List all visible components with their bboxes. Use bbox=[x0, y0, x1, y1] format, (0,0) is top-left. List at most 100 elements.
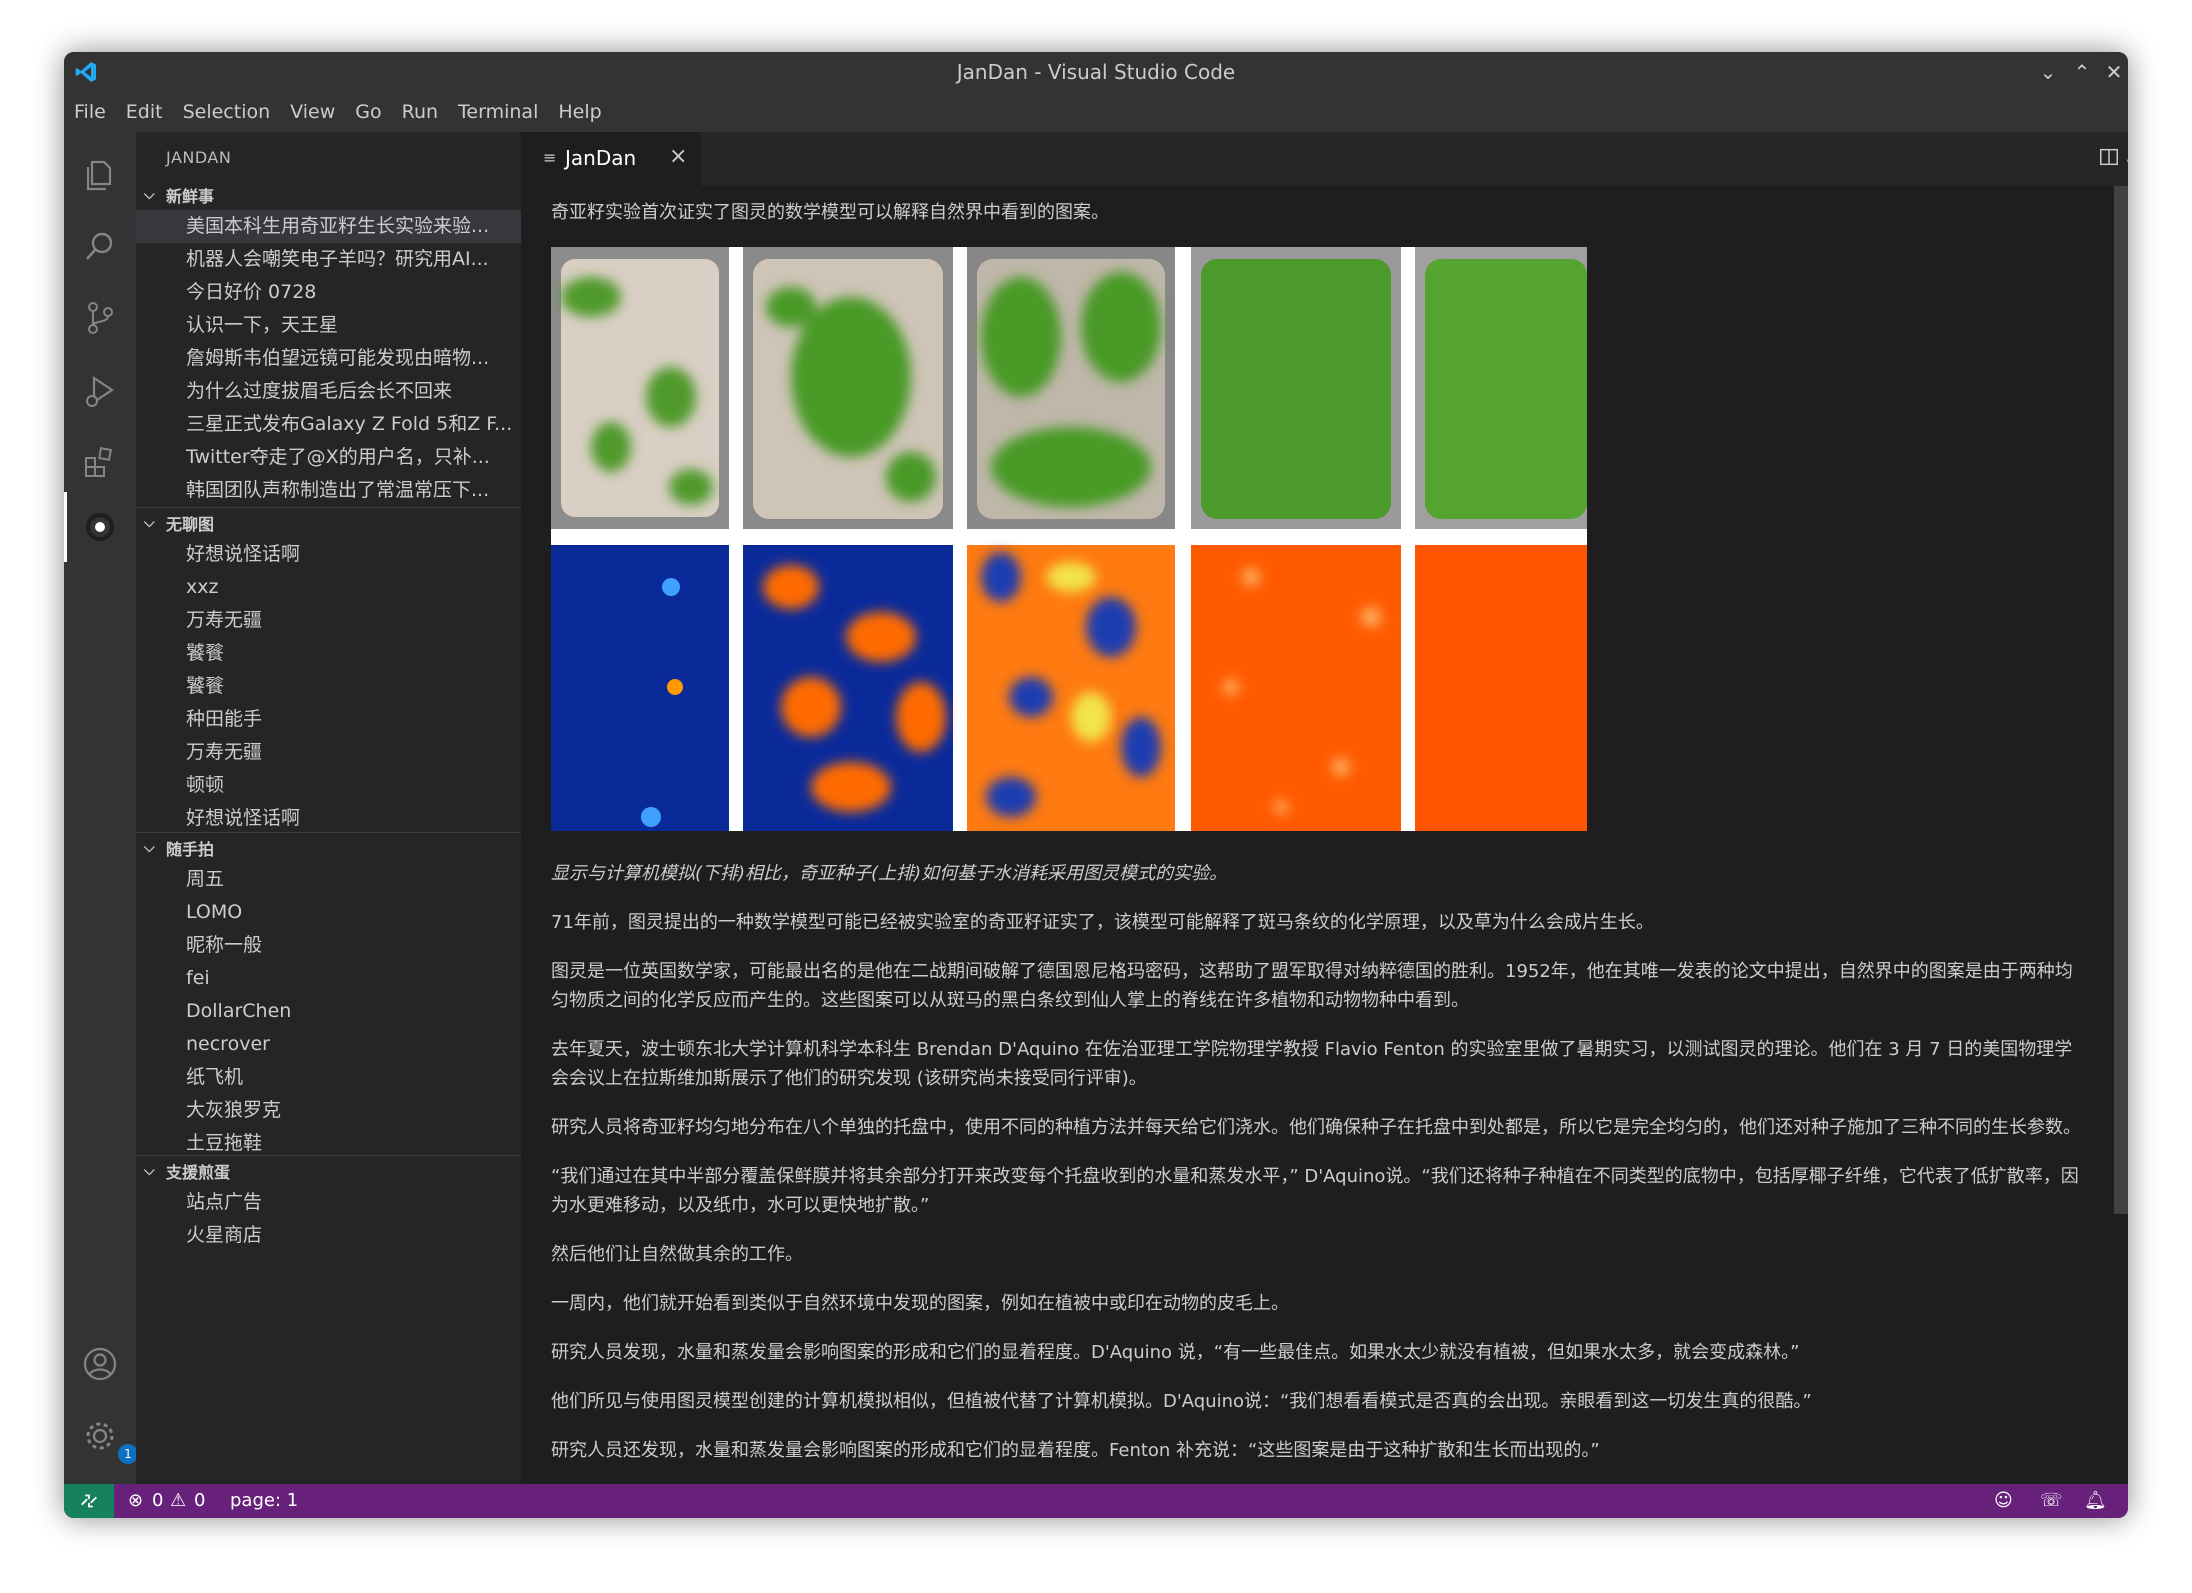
article-paragraph: 研究人员还发现，水量和蒸发量会影响图案的形成和它们的显着程度。Fenton 补充… bbox=[551, 1440, 1600, 1461]
list-item[interactable]: 美国本科生用奇亚籽生长实验来验... bbox=[136, 210, 521, 243]
close-icon[interactable]: × bbox=[669, 144, 687, 169]
section-header[interactable]: ⌵ 无聊图 bbox=[136, 508, 521, 538]
menu-selection[interactable]: Selection bbox=[183, 101, 271, 123]
tab-jandan[interactable]: ≡ JanDan × bbox=[521, 132, 701, 186]
sidebar: JANDAN ⌵ 新鲜事 美国本科生用奇亚籽生长实验来验... 机器人会嘲笑电子羊… bbox=[136, 132, 521, 1484]
section-fresh: ⌵ 新鲜事 美国本科生用奇亚籽生长实验来验... 机器人会嘲笑电子羊吗？研究用AI… bbox=[136, 180, 521, 507]
list-item[interactable]: 机器人会嘲笑电子羊吗？研究用AI... bbox=[136, 243, 521, 276]
chevron-down-icon: ⌵ bbox=[144, 187, 155, 203]
section-header[interactable]: ⌵ 随手拍 bbox=[136, 833, 521, 863]
menu-bar: File Edit Selection View Go Run Terminal… bbox=[64, 92, 2128, 132]
more-actions-icon[interactable]: ⋯ bbox=[2121, 146, 2128, 174]
section-support: ⌵ 支援煎蛋 站点广告 火星商店 bbox=[136, 1155, 521, 1252]
chevron-down-icon: ⌵ bbox=[144, 515, 155, 531]
menu-go[interactable]: Go bbox=[355, 101, 381, 123]
list-item[interactable]: 今日好价 0728 bbox=[136, 276, 521, 309]
article-paragraph: 一周内，他们就开始看到类似于自然环境中发现的图案，例如在植被中或印在动物的皮毛上… bbox=[551, 1293, 1289, 1314]
list-item[interactable]: 大灰狼罗克 bbox=[136, 1094, 521, 1127]
split-editor-icon[interactable] bbox=[2095, 146, 2123, 174]
settings-gear-icon[interactable]: 1 bbox=[80, 1416, 138, 1464]
explorer-icon[interactable] bbox=[80, 154, 120, 194]
list-item[interactable]: 万寿无疆 bbox=[136, 604, 521, 637]
vscode-window: JanDan - Visual Studio Code ⌄ ⌃ ✕ File E… bbox=[64, 52, 2128, 1518]
article-paragraph: “我们通过在其中半部分覆盖保鲜膜并将其余部分打开来改变每个托盘收到的水量和蒸发水… bbox=[551, 1166, 2079, 1216]
remote-icon bbox=[81, 1494, 97, 1508]
list-item[interactable]: 站点广告 bbox=[136, 1186, 521, 1219]
list-item[interactable]: xxz bbox=[136, 571, 521, 604]
article-paragraph: 去年夏天，波士顿东北大学计算机科学本科生 Brendan D'Aquino 在佐… bbox=[551, 1039, 2073, 1089]
article-intro: 奇亚籽实验首次证实了图灵的数学模型可以解释自然界中看到的图案。 bbox=[551, 202, 1109, 223]
title-bar: JanDan - Visual Studio Code ⌄ ⌃ ✕ bbox=[64, 52, 2128, 92]
article-paragraph: 他们所见与使用图灵模型创建的计算机模拟相似，但植被代替了计算机模拟。D'Aqui… bbox=[551, 1391, 1812, 1412]
list-item[interactable]: 饕餮 bbox=[136, 670, 521, 703]
preview-icon: ≡ bbox=[543, 148, 557, 167]
list-item[interactable]: 种田能手 bbox=[136, 703, 521, 736]
menu-run[interactable]: Run bbox=[402, 101, 438, 123]
update-badge: 1 bbox=[118, 1444, 138, 1464]
chia-turing-pattern-image bbox=[551, 247, 1587, 831]
remote-indicator[interactable] bbox=[64, 1484, 114, 1518]
list-item[interactable]: 纸飞机 bbox=[136, 1061, 521, 1094]
sidebar-title: JANDAN bbox=[166, 148, 232, 167]
list-item[interactable]: 认识一下，天王星 bbox=[136, 309, 521, 342]
list-item[interactable]: 好想说怪话啊 bbox=[136, 802, 521, 835]
list-item[interactable]: 火星商店 bbox=[136, 1219, 521, 1252]
list-item[interactable]: 韩国团队声称制造出了常温常压下... bbox=[136, 474, 521, 507]
editor-tabs: ≡ JanDan × ⋯ bbox=[521, 132, 2128, 186]
search-icon[interactable] bbox=[80, 226, 120, 266]
article-figure bbox=[551, 247, 1587, 831]
menu-edit[interactable]: Edit bbox=[126, 101, 163, 123]
list-item[interactable]: fei bbox=[136, 962, 521, 995]
chevron-down-icon: ⌵ bbox=[144, 1163, 155, 1179]
section-photos: ⌵ 随手拍 周五 LOMO 昵称一般 fei DollarChen necrove… bbox=[136, 832, 521, 1160]
list-item[interactable]: 詹姆斯韦伯望远镜可能发现由暗物... bbox=[136, 342, 521, 375]
warning-count[interactable]: 0 bbox=[194, 1484, 205, 1518]
list-item[interactable]: DollarChen bbox=[136, 995, 521, 1028]
list-item[interactable]: 饕餮 bbox=[136, 637, 521, 670]
page-indicator[interactable]: page: 1 bbox=[230, 1484, 298, 1518]
list-item[interactable]: necrover bbox=[136, 1028, 521, 1061]
menu-help[interactable]: Help bbox=[558, 101, 601, 123]
jandan-view-icon[interactable] bbox=[80, 507, 120, 547]
article-paragraph: 然后他们让自然做其余的工作。 bbox=[551, 1244, 803, 1265]
error-count[interactable]: 0 bbox=[152, 1484, 163, 1518]
menu-terminal[interactable]: Terminal bbox=[458, 101, 538, 123]
list-item[interactable]: 万寿无疆 bbox=[136, 736, 521, 769]
list-item[interactable]: LOMO bbox=[136, 896, 521, 929]
source-control-icon[interactable] bbox=[80, 298, 120, 338]
notifications-bell-icon[interactable]: 🔔︎ bbox=[2084, 1484, 2107, 1518]
list-item[interactable]: 好想说怪话啊 bbox=[136, 538, 521, 571]
section-pics: ⌵ 无聊图 好想说怪话啊 xxz 万寿无疆 饕餮 饕餮 种田能手 万寿无疆 顿顿 … bbox=[136, 507, 521, 835]
list-item[interactable]: Twitter夺走了@X的用户名，只补... bbox=[136, 441, 521, 474]
editor-scrollbar[interactable] bbox=[2114, 186, 2128, 1214]
extensions-icon[interactable] bbox=[80, 442, 120, 482]
tab-label: JanDan bbox=[565, 146, 637, 170]
menu-file[interactable]: File bbox=[74, 101, 106, 123]
section-header[interactable]: ⌵ 新鲜事 bbox=[136, 180, 521, 210]
account-icon[interactable] bbox=[80, 1344, 120, 1384]
article-paragraph: 研究人员发现，水量和蒸发量会影响图案的形成和它们的显着程度。D'Aquino 说… bbox=[551, 1342, 1800, 1363]
activity-bar: 1 bbox=[64, 132, 138, 1484]
article-paragraph: 图灵是一位英国数学家，可能最出名的是他在二战期间破解了德国恩尼格玛密码，这帮助了… bbox=[551, 961, 2073, 1011]
maximize-icon[interactable]: ⌃ bbox=[2068, 58, 2096, 86]
copilot-icon[interactable]: ☺ bbox=[1994, 1484, 2013, 1518]
list-item[interactable]: 顿顿 bbox=[136, 769, 521, 802]
menu-view[interactable]: View bbox=[290, 101, 335, 123]
minimize-icon[interactable]: ⌄ bbox=[2034, 58, 2062, 86]
run-debug-icon[interactable] bbox=[80, 370, 120, 410]
section-header[interactable]: ⌵ 支援煎蛋 bbox=[136, 1156, 521, 1186]
article: 奇亚籽实验首次证实了图灵的数学模型可以解释自然界中看到的图案。 显示与计算机模拟… bbox=[551, 186, 2081, 1484]
close-window-icon[interactable]: ✕ bbox=[2100, 58, 2128, 86]
list-item[interactable]: 周五 bbox=[136, 863, 521, 896]
active-indicator bbox=[64, 492, 67, 562]
error-icon[interactable]: ⊗ bbox=[128, 1484, 143, 1518]
list-item[interactable]: 三星正式发布Galaxy Z Fold 5和Z F... bbox=[136, 408, 521, 441]
warning-icon[interactable]: ⚠ bbox=[170, 1484, 186, 1518]
chevron-down-icon: ⌵ bbox=[144, 840, 155, 856]
feedback-icon[interactable]: ☏ bbox=[2040, 1484, 2063, 1518]
window-title: JanDan - Visual Studio Code bbox=[956, 60, 1236, 84]
figure-caption: 显示与计算机模拟(下排)相比，奇亚种子(上排)如何基于水消耗采用图灵模式的实验。 bbox=[551, 863, 1228, 884]
editor-content: 奇亚籽实验首次证实了图灵的数学模型可以解释自然界中看到的图案。 显示与计算机模拟… bbox=[521, 186, 2128, 1484]
list-item[interactable]: 昵称一般 bbox=[136, 929, 521, 962]
list-item[interactable]: 为什么过度拔眉毛后会长不回来 bbox=[136, 375, 521, 408]
